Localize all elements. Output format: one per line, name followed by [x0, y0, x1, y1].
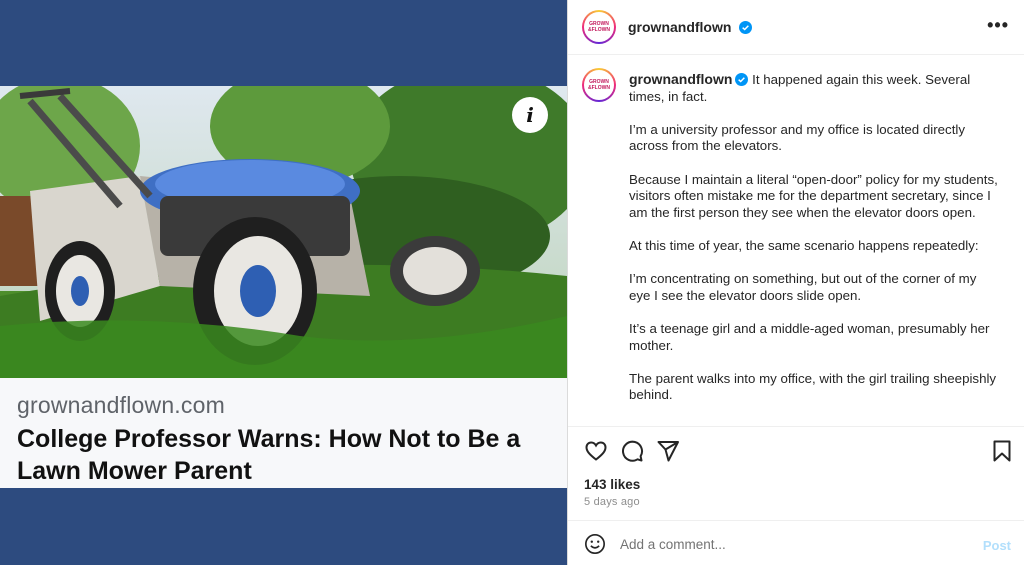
post-side-panel: GROWN &FLOWN grownandflown ••• GROWN &FL… — [567, 0, 1024, 565]
smiley-icon[interactable] — [584, 533, 606, 555]
heart-icon[interactable] — [584, 439, 608, 463]
caption-username-link[interactable]: grownandflown — [629, 71, 732, 87]
lawn-mower-photo[interactable] — [0, 86, 567, 378]
link-domain: grownandflown.com — [17, 392, 225, 418]
link-title: College Professor Warns: How Not to Be a… — [17, 425, 521, 485]
likes-count[interactable]: 143 likes — [584, 477, 640, 492]
action-bar: 143 likes 5 days ago — [568, 426, 1024, 520]
post-comment-button[interactable]: Post — [983, 538, 1011, 553]
avatar-logo: GROWN &FLOWN — [584, 70, 614, 100]
bookmark-icon[interactable] — [990, 439, 1014, 463]
caption-avatar[interactable]: GROWN &FLOWN — [582, 68, 616, 102]
caption-paragraph: At this time of year, the same scenario … — [629, 237, 979, 253]
post-timestamp[interactable]: 5 days ago — [584, 496, 640, 508]
avatar-logo: GROWN &FLOWN — [584, 12, 614, 42]
caption-first-paragraph: grownandflown It happened again this wee… — [629, 71, 999, 105]
share-icon[interactable] — [656, 439, 680, 463]
caption-paragraph: The parent walks into my office, with th… — [629, 370, 997, 403]
avatar-text-bottom: &FLOWN — [588, 27, 610, 33]
header-username-row: grownandflown — [628, 19, 752, 37]
lawn-mower-illustration — [0, 86, 567, 378]
post-media: i grownandflown.com College Professor Wa… — [0, 0, 567, 565]
comment-icon[interactable] — [620, 439, 644, 463]
post-header: GROWN &FLOWN grownandflown ••• — [568, 0, 1024, 55]
more-options-icon[interactable]: ••• — [987, 15, 1009, 36]
caption-paragraph: I’m a university professor and my office… — [629, 121, 966, 154]
comment-input[interactable] — [620, 531, 960, 557]
caption-paragraph: Because I maintain a literal “open-door”… — [629, 171, 998, 220]
avatar[interactable]: GROWN &FLOWN — [582, 10, 616, 44]
username-link[interactable]: grownandflown — [628, 19, 731, 35]
comment-bar: Post — [568, 520, 1024, 565]
info-icon[interactable]: i — [512, 97, 548, 133]
caption-section: GROWN &FLOWN grownandflown It happened a… — [568, 56, 1024, 426]
caption-paragraph: It’s a teenage girl and a middle-aged wo… — [629, 320, 990, 353]
avatar-text-bottom: &FLOWN — [588, 85, 610, 91]
verified-badge-icon — [735, 73, 749, 86]
verified-badge-icon — [738, 21, 752, 34]
caption-text: grownandflown It happened again this wee… — [629, 71, 999, 420]
caption-paragraph: I’m concentrating on something, but out … — [629, 271, 977, 303]
link-preview-card[interactable]: grownandflown.com College Professor Warn… — [0, 378, 567, 488]
